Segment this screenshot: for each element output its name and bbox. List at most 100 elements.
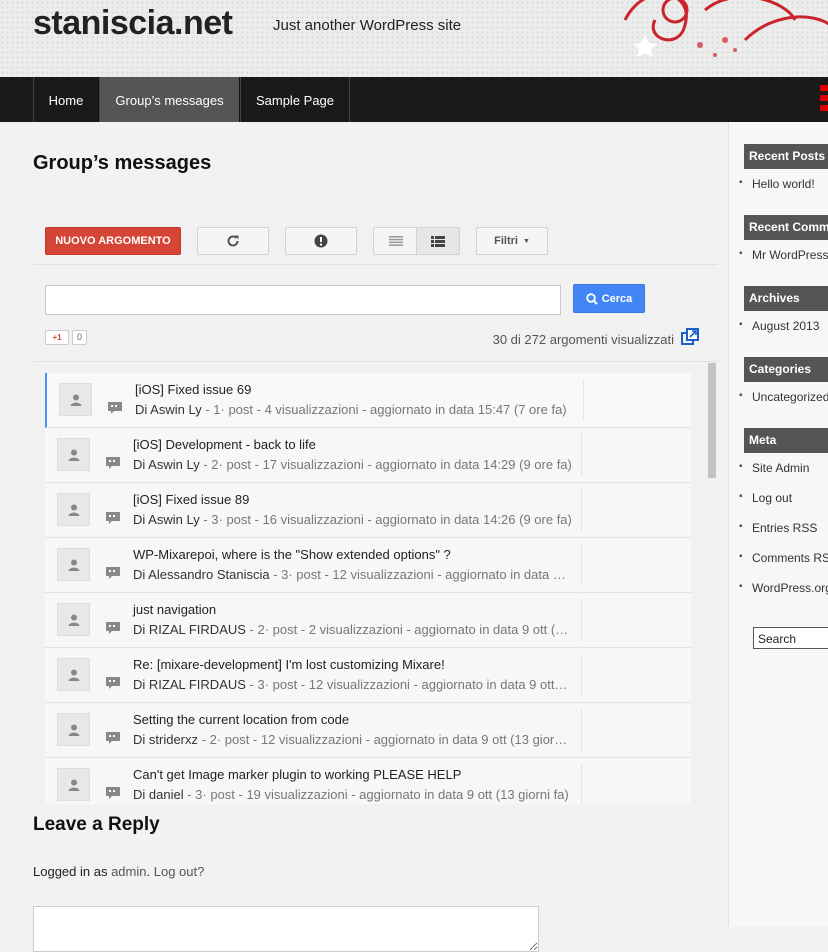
topic-title[interactable]: [iOS] Development - back to life — [133, 437, 316, 452]
topic-author[interactable]: Di Aswin Ly — [135, 402, 202, 417]
topic-search-input[interactable] — [45, 285, 561, 315]
topic-title[interactable]: Re: [mixare-development] I'm lost custom… — [133, 657, 445, 672]
sidebar-link-entries-rss[interactable]: Entries RSS — [739, 521, 817, 535]
gplus-one-button[interactable]: +1 — [45, 329, 69, 345]
site-title[interactable]: staniscia.net — [33, 4, 233, 43]
page-title: Group’s messages — [33, 152, 212, 174]
message-count-badge — [106, 457, 120, 469]
widget-title-archives: Archives — [744, 286, 828, 311]
topic-title[interactable]: Can't get Image marker plugin to working… — [133, 767, 461, 782]
leave-reply-heading: Leave a Reply — [33, 814, 160, 835]
topic-row[interactable]: Re: [mixare-development] I'm lost custom… — [45, 648, 691, 703]
topic-row[interactable]: WP-Mixarepoi, where is the "Show extende… — [45, 538, 691, 593]
expanded-list-icon — [431, 235, 445, 247]
topic-stats: - 3· post - 16 visualizzazioni - aggiorn… — [199, 512, 572, 527]
nav-item-home[interactable]: Home — [33, 77, 99, 122]
message-icon — [106, 457, 120, 469]
message-count-badge — [108, 402, 122, 414]
topic-meta: Di daniel - 3· post - 19 visualizzazioni… — [133, 787, 578, 802]
message-icon — [106, 567, 120, 579]
avatar-person-icon — [68, 724, 79, 736]
sidebar-link-comments-rss[interactable]: Comments RSS — [739, 551, 828, 565]
topic-author[interactable]: Di RIZAL FIRDAUS — [133, 622, 246, 637]
topic-row[interactable]: [iOS] Fixed issue 89 Di Aswin Ly - 3· pos… — [45, 483, 691, 538]
sidebar-link-wordpress-org[interactable]: WordPress.org — [739, 581, 828, 595]
logout-link[interactable]: Log out? — [154, 864, 205, 879]
sidebar-link-hello-world[interactable]: Hello world! — [739, 177, 815, 191]
sidebar-link-comment-author[interactable]: Mr WordPress — [739, 248, 828, 262]
sidebar-link-archive[interactable]: August 2013 — [739, 319, 819, 333]
compact-list-icon — [388, 236, 403, 246]
topic-count: 30 di 272 argomenti visualizzati — [492, 332, 674, 347]
popout-icon[interactable] — [681, 328, 699, 346]
topic-author[interactable]: Di Alessandro Staniscia — [133, 567, 270, 582]
search-button-label: Cerca — [601, 292, 633, 305]
filters-label: Filtri — [494, 235, 518, 247]
message-icon — [106, 512, 120, 524]
message-icon — [106, 677, 120, 689]
topic-title[interactable]: WP-Mixarepoi, where is the "Show extende… — [133, 547, 451, 562]
topic-stats: - 2· post - 12 visualizzazioni - aggiorn… — [198, 732, 568, 747]
avatar-person-icon — [68, 669, 79, 681]
topic-row[interactable]: Can't get Image marker plugin to working… — [45, 758, 691, 804]
avatar-person-icon — [68, 504, 79, 516]
row-divider — [581, 654, 582, 696]
topic-row[interactable]: just navigation Di RIZAL FIRDAUS - 2· pos… — [45, 593, 691, 648]
avatar — [57, 548, 90, 581]
topic-list: [iOS] Fixed issue 69 Di Aswin Ly - 1· pos… — [45, 373, 691, 804]
sidebar-search-input[interactable]: Search — [753, 627, 828, 649]
filters-dropdown[interactable]: Filtri ▼ — [476, 227, 548, 255]
gplus-icon: +1 — [52, 332, 62, 342]
topic-author[interactable]: Di striderxz — [133, 732, 198, 747]
avatar — [57, 713, 90, 746]
message-count-badge — [106, 512, 120, 524]
topic-row[interactable]: [iOS] Development - back to life Di Aswin… — [45, 428, 691, 483]
topic-row[interactable]: Setting the current location from code Di… — [45, 703, 691, 758]
topic-title[interactable]: [iOS] Fixed issue 89 — [133, 492, 249, 507]
widget-title-recent-posts: Recent Posts — [744, 144, 828, 169]
topic-author[interactable]: Di Aswin Ly — [133, 512, 200, 527]
widget-title-meta: Meta — [744, 428, 828, 453]
compact-view-button[interactable] — [373, 227, 417, 255]
topic-meta: Di Aswin Ly - 3· post - 16 visualizzazio… — [133, 512, 578, 527]
topic-title[interactable]: [iOS] Fixed issue 69 — [135, 382, 251, 397]
nav-item-sample-page[interactable]: Sample Page — [240, 77, 350, 122]
topic-meta: Di striderxz - 2· post - 12 visualizzazi… — [133, 732, 578, 747]
widget-title-recent-comments: Recent Comments — [744, 215, 828, 240]
row-divider — [583, 379, 584, 421]
list-divider — [33, 361, 718, 362]
message-count-badge — [106, 732, 120, 744]
topic-title[interactable]: just navigation — [133, 602, 216, 617]
main-navigation: Home Group’s messages Sample Page — [0, 77, 828, 122]
topic-list-scrollbar[interactable] — [708, 363, 716, 478]
nav-item-groups-messages[interactable]: Group’s messages — [99, 77, 240, 122]
message-count-badge — [106, 567, 120, 579]
topic-author[interactable]: Di RIZAL FIRDAUS — [133, 677, 246, 692]
user-link[interactable]: admin — [111, 864, 146, 879]
gplus-count: 0 — [72, 329, 88, 345]
refresh-button[interactable] — [197, 227, 269, 255]
topic-author[interactable]: Di daniel — [133, 787, 184, 802]
report-button[interactable] — [285, 227, 357, 255]
sidebar-link-site-admin[interactable]: Site Admin — [739, 461, 809, 475]
logged-in-prefix: Logged in as — [33, 864, 112, 879]
message-icon — [106, 787, 120, 799]
widget-title-categories: Categories — [744, 357, 828, 382]
topic-stats: - 3· post - 12 visualizzazioni - aggiorn… — [245, 677, 568, 692]
avatar — [57, 658, 90, 691]
search-icon — [586, 292, 598, 305]
expanded-view-button[interactable] — [416, 227, 460, 255]
topic-author[interactable]: Di Aswin Ly — [133, 457, 200, 472]
main-content: Group’s messages NUOVO ARGOMENTO Filtri … — [0, 122, 728, 952]
topic-stats: - 2· post - 17 visualizzazioni - aggiorn… — [199, 457, 572, 472]
new-topic-button[interactable]: NUOVO ARGOMENTO — [45, 227, 181, 255]
search-button[interactable]: Cerca — [573, 284, 645, 313]
row-divider — [581, 709, 582, 751]
topic-row[interactable]: [iOS] Fixed issue 69 Di Aswin Ly - 1· pos… — [45, 373, 691, 428]
avatar — [57, 768, 90, 801]
sidebar-link-log-out[interactable]: Log out — [739, 491, 792, 505]
comment-textarea[interactable] — [33, 906, 539, 952]
sidebar-link-category[interactable]: Uncategorized — [739, 390, 828, 404]
topic-title[interactable]: Setting the current location from code — [133, 712, 349, 727]
row-divider — [581, 434, 582, 476]
